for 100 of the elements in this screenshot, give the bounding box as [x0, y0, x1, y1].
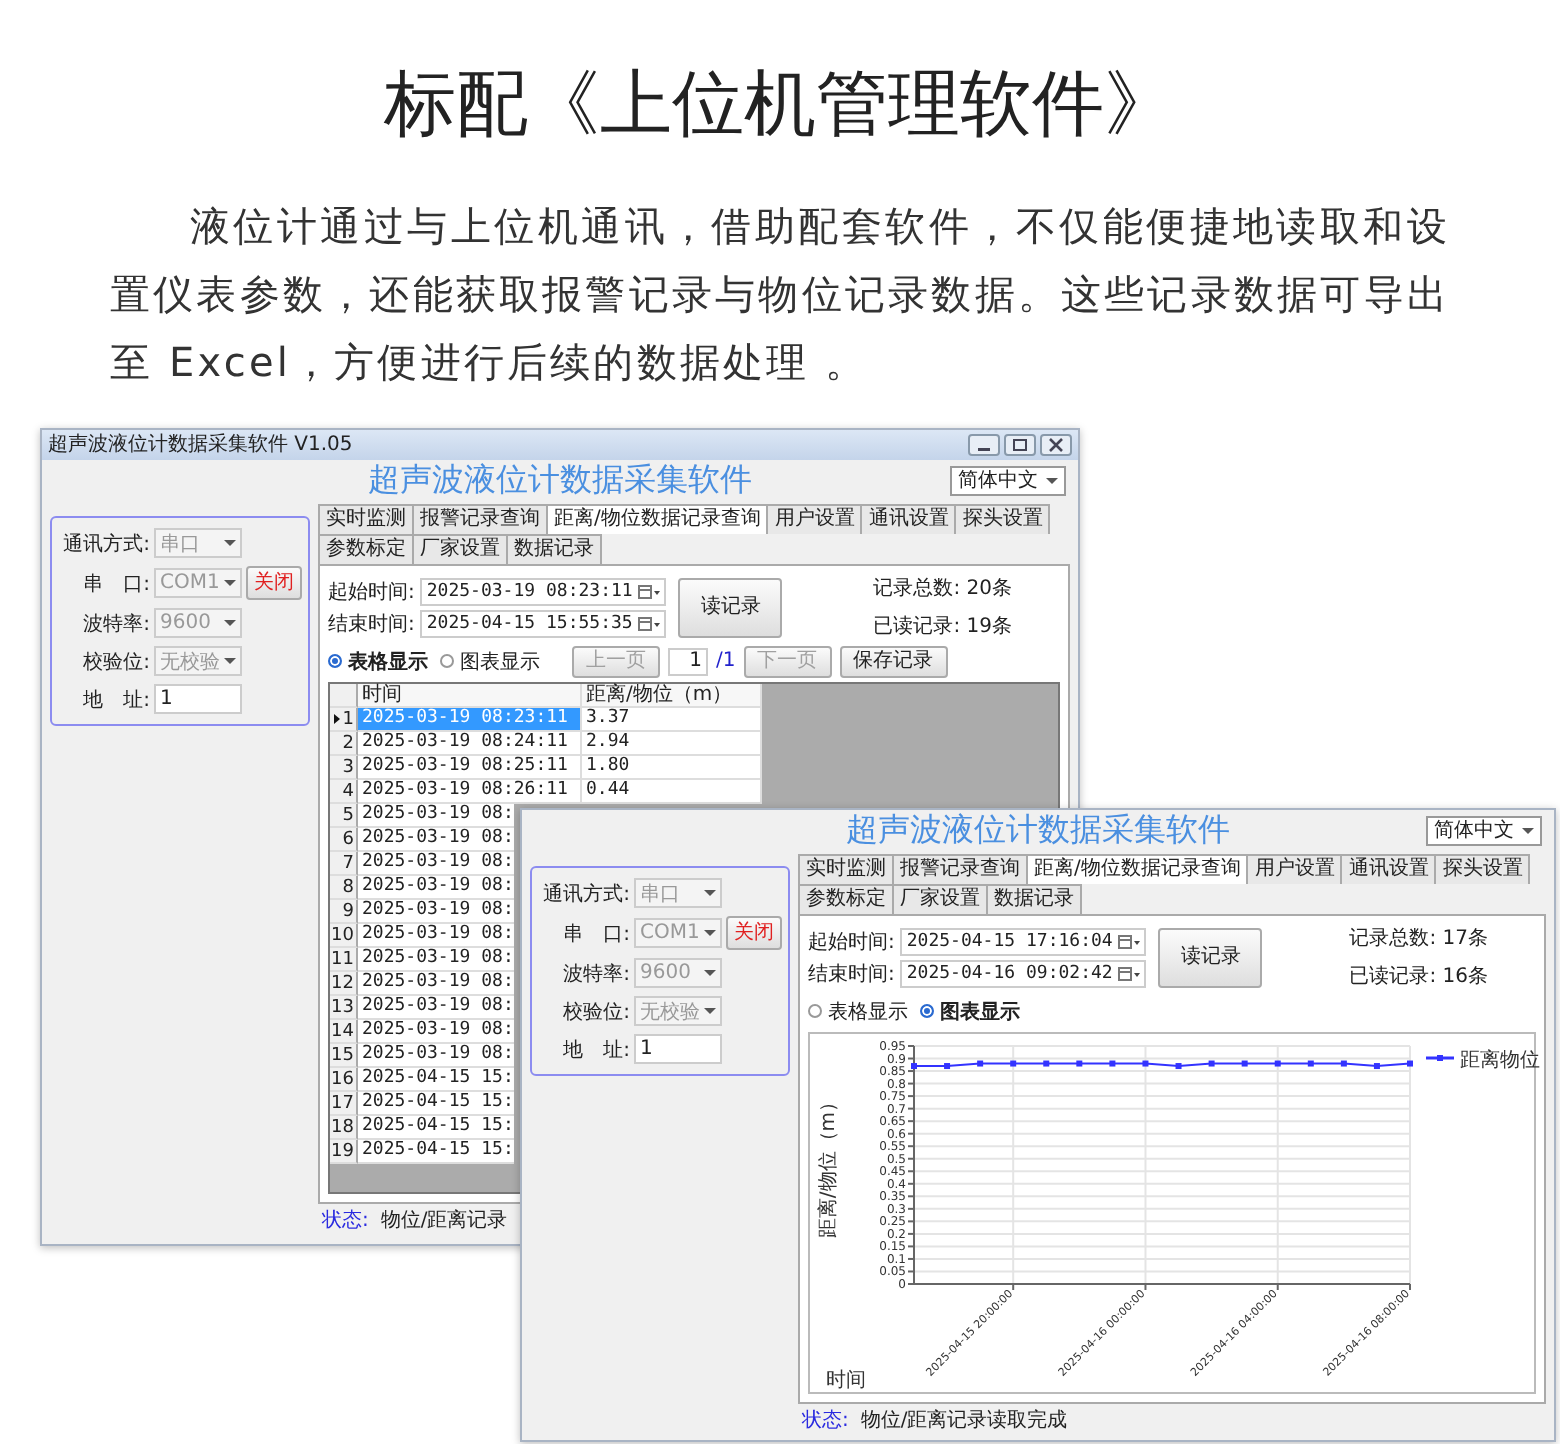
- table-cell[interactable]: 2025-03-19 08:: [358, 876, 514, 900]
- axis-title: 时间: [826, 1370, 866, 1392]
- tab[interactable]: 报警记录查询: [892, 854, 1028, 884]
- table-cell[interactable]: 2025-03-19 08:: [358, 972, 514, 996]
- table-cell[interactable]: 2025-03-19 08:: [358, 1044, 514, 1068]
- data-point: [1109, 1060, 1116, 1067]
- table-cell[interactable]: 2025-03-19 08:: [358, 900, 514, 924]
- read-records-button[interactable]: 读记录: [678, 577, 783, 637]
- row-header[interactable]: 5: [330, 804, 358, 828]
- datetime-field[interactable]: 2025-04-16 09:02:42: [900, 959, 1147, 987]
- table-cell[interactable]: 2025-03-19 08:: [358, 1020, 514, 1044]
- maximize-button[interactable]: [1004, 434, 1036, 456]
- radio-option[interactable]: 图表显示: [440, 647, 540, 675]
- tab[interactable]: 数据记录: [986, 884, 1082, 914]
- page-field[interactable]: 1: [668, 647, 708, 675]
- table-cell[interactable]: 2025-03-19 08:26:11: [358, 780, 582, 804]
- calendar-icon: [638, 583, 661, 599]
- row-header[interactable]: 6: [330, 828, 358, 852]
- row-header[interactable]: 7: [330, 852, 358, 876]
- field-label: 串 口:: [561, 921, 630, 947]
- page-heading: 标配《上位机管理软件》: [382, 62, 1178, 150]
- calendar-icon: [1118, 933, 1141, 949]
- row-header[interactable]: 4: [330, 780, 358, 804]
- read-records-button[interactable]: 读记录: [1158, 927, 1263, 987]
- table-cell[interactable]: 2025-03-19 08:: [358, 996, 514, 1020]
- maximize-icon: [1012, 438, 1028, 452]
- record-count: 已读记录: 16条: [1349, 963, 1488, 990]
- column-header: 时间: [358, 684, 582, 708]
- tab[interactable]: 通讯设置: [860, 504, 957, 534]
- tab[interactable]: 报警记录查询: [412, 504, 548, 534]
- data-point: [911, 1063, 917, 1070]
- tab[interactable]: 数据记录: [506, 534, 602, 564]
- save-records-button[interactable]: 保存记录: [839, 645, 948, 677]
- table-cell[interactable]: 2.94: [582, 732, 762, 756]
- table-cell[interactable]: 2025-04-15 15:: [358, 1116, 514, 1140]
- table-cell[interactable]: 0.44: [582, 780, 762, 804]
- datetime-field[interactable]: 2025-03-19 08:23:11: [420, 577, 667, 605]
- input-field[interactable]: 1: [154, 684, 242, 714]
- radio-option[interactable]: 表格显示: [328, 647, 428, 675]
- row-header[interactable]: 3: [330, 756, 358, 780]
- table-cell[interactable]: 2025-04-15 15:: [358, 1092, 514, 1116]
- datetime-field[interactable]: 2025-04-15 17:16:04: [900, 927, 1147, 955]
- data-point: [1208, 1060, 1215, 1067]
- field-label: 波特率:: [81, 611, 150, 637]
- row-header[interactable]: 1: [330, 708, 358, 732]
- table-cell[interactable]: 3.37: [582, 708, 762, 732]
- field-label: 起始时间:: [328, 579, 415, 605]
- tab[interactable]: 厂家设置: [892, 884, 988, 914]
- tab[interactable]: 探头设置: [1434, 854, 1531, 884]
- row-number: 9: [342, 901, 354, 921]
- table-cell[interactable]: 2025-04-15 15:: [358, 1068, 514, 1092]
- table-cell[interactable]: 2025-03-19 08:24:11: [358, 732, 582, 756]
- radio-option[interactable]: 图表显示: [920, 997, 1020, 1025]
- field-label: 波特率:: [561, 961, 630, 987]
- status-text: 物位/距离记录读取完成: [860, 1407, 1068, 1434]
- row-number: 1: [342, 709, 354, 729]
- tab[interactable]: 通讯设置: [1340, 854, 1437, 884]
- data-point: [1274, 1060, 1281, 1067]
- record-count: 记录总数: 17条: [1349, 925, 1488, 952]
- table-cell[interactable]: 2025-04-15 15:: [358, 1140, 514, 1164]
- row-header[interactable]: 9: [330, 900, 358, 924]
- calendar-icon: [638, 615, 661, 631]
- tab[interactable]: 用户设置: [766, 504, 863, 534]
- table-cell[interactable]: 2025-03-19 08:: [358, 828, 514, 852]
- field-label: 校验位:: [81, 649, 150, 675]
- intro-paragraph: 液位计通过与上位机通讯，借助配套软件，不仅能便捷地读取和设置仪表参数，还能获取报警记录与物位记录数据。这些记录数据可导出至 Excel，方便进行后续的数据处理 。: [110, 200, 1450, 390]
- field-label: 通讯方式:: [61, 531, 150, 557]
- tab[interactable]: 厂家设置: [412, 534, 508, 564]
- data-point: [1307, 1060, 1314, 1067]
- tab[interactable]: 参数标定: [318, 534, 414, 564]
- radio-option[interactable]: 表格显示: [808, 997, 908, 1025]
- tab[interactable]: 探头设置: [954, 504, 1051, 534]
- language-dropdown[interactable]: 简体中文: [1426, 815, 1542, 845]
- table-cell[interactable]: 1.80: [582, 756, 762, 780]
- app-title: 超声波液位计数据采集软件: [846, 810, 1230, 850]
- table-cell[interactable]: 2025-03-19 08:25:11: [358, 756, 582, 780]
- input-field[interactable]: 1: [634, 1034, 722, 1064]
- table-cell[interactable]: 2025-03-19 08:: [358, 924, 514, 948]
- status-label: 状态:: [802, 1407, 849, 1434]
- field-label: 校验位:: [561, 999, 630, 1025]
- status-text: 物位/距离记录: [380, 1207, 508, 1234]
- minimize-button[interactable]: [968, 434, 1000, 456]
- row-header[interactable]: 8: [330, 876, 358, 900]
- table-cell[interactable]: 2025-03-19 08:: [358, 852, 514, 876]
- datetime-field[interactable]: 2025-04-15 15:55:35: [420, 609, 667, 637]
- language-dropdown[interactable]: 简体中文: [950, 465, 1066, 495]
- tab[interactable]: 距离/物位数据记录查询: [1026, 854, 1249, 884]
- tab[interactable]: 用户设置: [1246, 854, 1343, 884]
- data-point: [1241, 1060, 1248, 1067]
- tab[interactable]: 实时监测: [318, 504, 414, 534]
- tab[interactable]: 距离/物位数据记录查询: [546, 504, 769, 534]
- data-point: [1142, 1060, 1149, 1067]
- tab[interactable]: 实时监测: [798, 854, 894, 884]
- tab[interactable]: 参数标定: [798, 884, 894, 914]
- row-header[interactable]: 2: [330, 732, 358, 756]
- calendar-icon: [1118, 965, 1141, 981]
- table-cell[interactable]: 2025-03-19 08:: [358, 804, 514, 828]
- close-button[interactable]: [1040, 434, 1072, 456]
- data-point: [1043, 1060, 1050, 1067]
- table-cell[interactable]: 2025-03-19 08:: [358, 948, 514, 972]
